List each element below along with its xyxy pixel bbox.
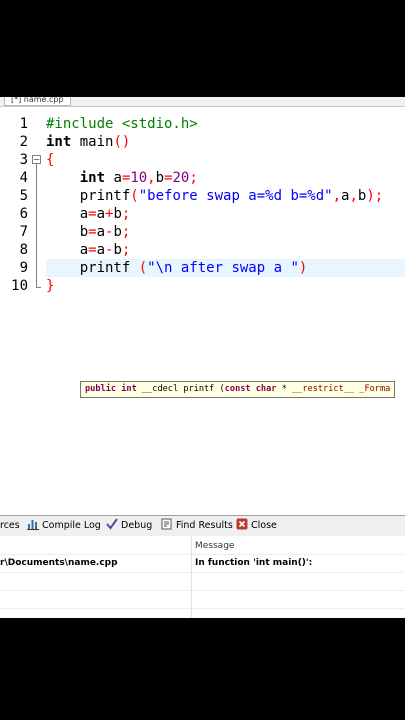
line-number: 8: [19, 242, 28, 258]
ide-window: [*] name.cpp 1 2 3 4 5 6 7 8 9 10 − #inc…: [0, 97, 405, 618]
code-line-10: }: [46, 278, 55, 294]
tab-close-label: Close: [251, 520, 277, 531]
tooltip-part: __restrict__: [292, 384, 355, 394]
code-line-6: a=a+b;: [46, 206, 131, 222]
tooltip-part: public int: [85, 384, 137, 394]
output-row-message[interactable]: In function 'int main()':: [195, 556, 312, 570]
code-line-3: {: [46, 152, 55, 168]
code-line-7: b=a-b;: [46, 224, 131, 240]
close-icon: [236, 518, 248, 530]
fold-end-marker: [36, 287, 41, 288]
line-number-gutter: 1 2 3 4 5 6 7 8 9 10: [0, 107, 30, 515]
file-tab-name-cpp[interactable]: [*] name.cpp: [4, 97, 71, 106]
line-number: 4: [19, 170, 28, 186]
tab-resources[interactable]: rces: [0, 516, 20, 536]
line-number: 6: [19, 206, 28, 222]
compiler-output-table: Message r\Documents\name.cpp In function…: [0, 536, 405, 618]
row-separator: [0, 572, 405, 573]
tab-find-results[interactable]: Find Results: [161, 516, 233, 536]
column-header-message: Message: [195, 541, 235, 551]
row-separator: [0, 554, 405, 555]
code-text-area[interactable]: #include <stdio.h> int main() { int a=10…: [46, 107, 405, 515]
tab-compile-log[interactable]: Compile Log: [27, 516, 101, 536]
code-line-5: printf("before swap a=%d b=%d",a,b);: [46, 188, 384, 204]
code-editor[interactable]: 1 2 3 4 5 6 7 8 9 10 − #include <stdio.h…: [0, 107, 405, 515]
tooltip-part: _Forma: [354, 384, 391, 394]
column-separator: [191, 536, 192, 618]
tab-close[interactable]: Close: [236, 516, 277, 536]
check-icon: [106, 518, 118, 530]
code-line-4: int a=10,b=20;: [79, 170, 198, 186]
output-row-file[interactable]: r\Documents\name.cpp: [0, 556, 118, 570]
tooltip-part: *: [276, 384, 292, 394]
find-results-icon: [161, 518, 173, 530]
fold-margin: −: [30, 107, 44, 515]
editor-tab-strip: [*] name.cpp: [0, 97, 405, 107]
bar-chart-icon: [27, 518, 39, 530]
line-number: 9: [19, 260, 28, 276]
line-number: 5: [19, 188, 28, 204]
line-number: 10: [11, 278, 28, 294]
tab-debug[interactable]: Debug: [106, 516, 152, 536]
code-line-8: a=a-b;: [46, 242, 131, 258]
code-line-1: #include <stdio.h>: [46, 116, 198, 132]
tab-compile-log-label: Compile Log: [42, 520, 101, 531]
line-number: 7: [19, 224, 28, 240]
tooltip-part: const char: [224, 384, 277, 394]
function-signature-tooltip: public int __cdecl printf (const char * …: [80, 381, 396, 398]
bottom-panel-tabs: rces Compile Log Debug Find Results Clos…: [0, 515, 405, 537]
tab-resources-label: rces: [0, 520, 20, 531]
row-separator: [0, 590, 405, 591]
fold-collapse-icon[interactable]: −: [32, 155, 41, 164]
line-number: 3: [19, 152, 28, 168]
line-number: 2: [19, 134, 28, 150]
fold-guide-line: [36, 164, 37, 288]
tab-find-results-label: Find Results: [176, 520, 233, 531]
line-number: 1: [19, 116, 28, 132]
code-line-2: int main(): [46, 134, 131, 150]
tooltip-part: __cdecl printf (: [136, 384, 225, 394]
row-separator: [0, 608, 405, 609]
tab-debug-label: Debug: [121, 520, 153, 531]
code-line-9-active: printf ("\n after swap a "): [46, 259, 405, 277]
